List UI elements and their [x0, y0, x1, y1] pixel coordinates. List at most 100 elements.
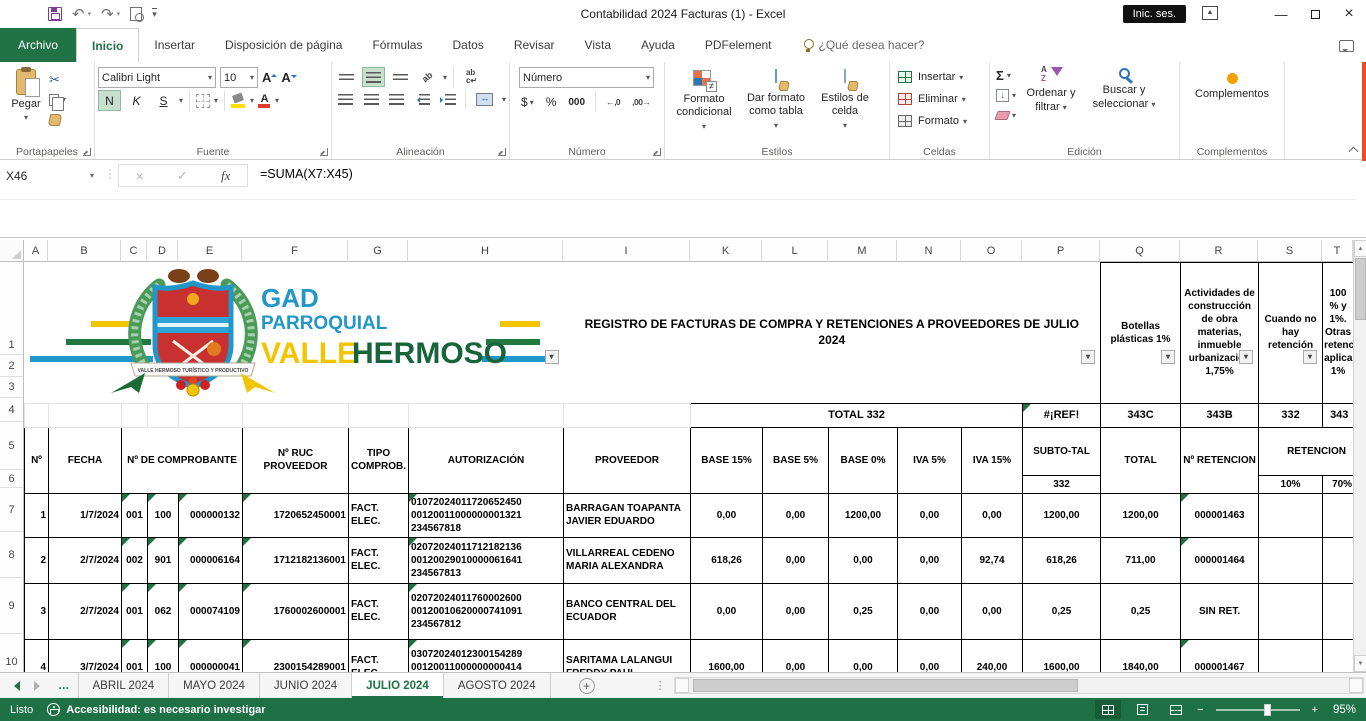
- header-sin-retencion[interactable]: Cuando no hay retención ▾: [1259, 263, 1323, 404]
- cell-styles-button[interactable]: Estilos de celda ▾: [812, 65, 878, 143]
- name-box[interactable]: X46 ▾: [0, 164, 100, 187]
- cell-iva15[interactable]: 240,00: [962, 639, 1023, 672]
- find-select-button[interactable]: Buscar y seleccionar ▾: [1086, 65, 1162, 143]
- filter-dropdown[interactable]: ▾: [1239, 350, 1253, 364]
- format-cells-button[interactable]: Formato▾: [898, 111, 986, 131]
- filter-dropdown[interactable]: ▾: [1161, 350, 1175, 364]
- cell-ret[interactable]: SIN RET.: [1181, 583, 1259, 639]
- number-format-select[interactable]: Número ▾: [519, 67, 654, 88]
- cell-n[interactable]: 4: [25, 639, 49, 672]
- tab-archivo[interactable]: Archivo: [0, 28, 76, 62]
- cell-total[interactable]: 0,25: [1101, 583, 1181, 639]
- cell[interactable]: [49, 403, 122, 427]
- cell-ruc[interactable]: 2300154289001: [243, 639, 349, 672]
- cell-sec[interactable]: 000000132: [179, 493, 243, 537]
- alignment-dialog-launcher[interactable]: [498, 148, 506, 156]
- scroll-down-button[interactable]: ▼: [1354, 655, 1366, 672]
- new-sheet-button[interactable]: +: [579, 678, 595, 694]
- logo-cell[interactable]: VALLE HERMOSO TURÍSTICO Y PRODUCTIVO GAD…: [25, 263, 564, 404]
- cell-prov[interactable]: VILLARREAL CEDENO MARIA ALEXANDRA: [564, 537, 691, 583]
- cell[interactable]: [409, 403, 564, 427]
- cell-total[interactable]: 1840,00: [1101, 639, 1181, 672]
- underline-button[interactable]: S: [152, 90, 175, 111]
- sheet-tab-julio[interactable]: JULIO 2024: [352, 673, 444, 698]
- cell-iva5[interactable]: 0,00: [898, 537, 962, 583]
- row-header-1[interactable]: 1: [0, 262, 23, 355]
- addins-button[interactable]: Complementos: [1183, 73, 1281, 100]
- cell-aut[interactable]: 02072024011760002600 0012001062000074109…: [409, 583, 564, 639]
- cell-ref-error[interactable]: #¡REF!: [1023, 403, 1101, 427]
- scroll-right-button[interactable]: [1349, 678, 1363, 693]
- cell-tipo[interactable]: FACT. ELEC.: [349, 493, 409, 537]
- font-color-icon[interactable]: A: [258, 94, 271, 108]
- horizontal-scroll-thumb[interactable]: [693, 679, 1078, 692]
- font-dialog-launcher[interactable]: [320, 148, 328, 156]
- header-autorizacion[interactable]: AUTORIZACIÓN: [409, 427, 564, 493]
- cell-iva5[interactable]: 0,00: [898, 639, 962, 672]
- page-break-view-button[interactable]: [1163, 700, 1189, 719]
- format-as-table-button[interactable]: Dar formato como tabla ▾: [740, 65, 812, 143]
- cell-343[interactable]: 343: [1323, 403, 1354, 427]
- ribbon-display-options-icon[interactable]: ▲: [1202, 6, 1218, 20]
- cell-fecha[interactable]: 1/7/2024: [49, 493, 122, 537]
- tab-datos[interactable]: Datos: [437, 28, 498, 62]
- scroll-left-button[interactable]: [675, 678, 689, 693]
- cell-ret[interactable]: 000001463: [1181, 493, 1259, 537]
- fill-color-icon[interactable]: [231, 94, 246, 108]
- copy-button[interactable]: ▾: [49, 91, 66, 108]
- header-ruc[interactable]: Nº RUC PROVEEDOR: [243, 427, 349, 493]
- font-name-dropdown-icon[interactable]: ▾: [208, 73, 212, 82]
- cell-tipo[interactable]: FACT. ELEC.: [349, 583, 409, 639]
- align-right-button[interactable]: [386, 89, 408, 109]
- accessibility-status[interactable]: Accesibilidad: es necesario investigar: [66, 704, 265, 716]
- cell[interactable]: [148, 403, 179, 427]
- cell-n[interactable]: 1: [25, 493, 49, 537]
- cell-iva15[interactable]: 0,00: [962, 493, 1023, 537]
- cell-total-332[interactable]: TOTAL 332: [691, 403, 1023, 427]
- cell-base0[interactable]: 1200,00: [829, 493, 898, 537]
- bold-button[interactable]: N: [98, 90, 121, 111]
- cell-s[interactable]: [1259, 537, 1323, 583]
- normal-view-button[interactable]: [1095, 700, 1121, 719]
- header-total[interactable]: TOTAL: [1101, 427, 1181, 493]
- font-size-select[interactable]: 10 ▾: [220, 67, 258, 88]
- confirm-entry-icon[interactable]: ✓: [177, 168, 188, 184]
- paste-button[interactable]: Pegar ▾: [3, 65, 49, 141]
- cell-iva5[interactable]: 0,00: [898, 583, 962, 639]
- zoom-slider[interactable]: [1216, 709, 1300, 711]
- cell-332[interactable]: 332: [1259, 403, 1323, 427]
- zoom-slider-handle[interactable]: [1264, 704, 1271, 716]
- header-otras-retenciones[interactable]: 100 % y 1%. Otras retenciones aplicables…: [1323, 263, 1354, 404]
- cell-tipo[interactable]: FACT. ELEC.: [349, 537, 409, 583]
- filter-dropdown[interactable]: ▾: [1303, 350, 1317, 364]
- align-bottom-button[interactable]: [389, 67, 412, 87]
- header-332[interactable]: 332: [1023, 475, 1101, 493]
- cell-base0[interactable]: 0,25: [829, 583, 898, 639]
- align-middle-button[interactable]: [362, 67, 385, 87]
- number-dialog-launcher[interactable]: [653, 148, 661, 156]
- cell-base5[interactable]: 0,00: [763, 639, 829, 672]
- cell-n[interactable]: 2: [25, 537, 49, 583]
- column-header-O[interactable]: O: [961, 240, 1022, 262]
- next-sheet-icon[interactable]: [34, 681, 40, 691]
- cell-pto[interactable]: 901: [148, 537, 179, 583]
- percent-button[interactable]: %: [542, 92, 561, 112]
- cell-serie[interactable]: 001: [122, 493, 148, 537]
- cell-subtotal[interactable]: 1200,00: [1023, 493, 1101, 537]
- tab-insertar[interactable]: Insertar: [139, 28, 210, 62]
- header-proveedor[interactable]: PROVEEDOR: [564, 427, 691, 493]
- header-n[interactable]: Nº: [25, 427, 49, 493]
- column-header-K[interactable]: K: [690, 240, 762, 262]
- header-fecha[interactable]: FECHA: [49, 427, 122, 493]
- zoom-out-button[interactable]: −: [1197, 704, 1203, 716]
- column-header-M[interactable]: M: [828, 240, 897, 262]
- column-header-Q[interactable]: Q: [1100, 240, 1180, 262]
- delete-cells-button[interactable]: Eliminar▾: [898, 89, 986, 109]
- vertical-scroll-thumb[interactable]: [1355, 258, 1366, 320]
- zoom-in-button[interactable]: +: [1312, 704, 1318, 716]
- orientation-dropdown-icon[interactable]: ▾: [443, 73, 447, 82]
- currency-button[interactable]: $▾: [517, 92, 538, 112]
- decrease-indent-button[interactable]: [412, 89, 434, 109]
- cell-prov[interactable]: SARITAMA LALANGUI FREDDY PAUL: [564, 639, 691, 672]
- name-box-dropdown-icon[interactable]: ▾: [90, 171, 94, 180]
